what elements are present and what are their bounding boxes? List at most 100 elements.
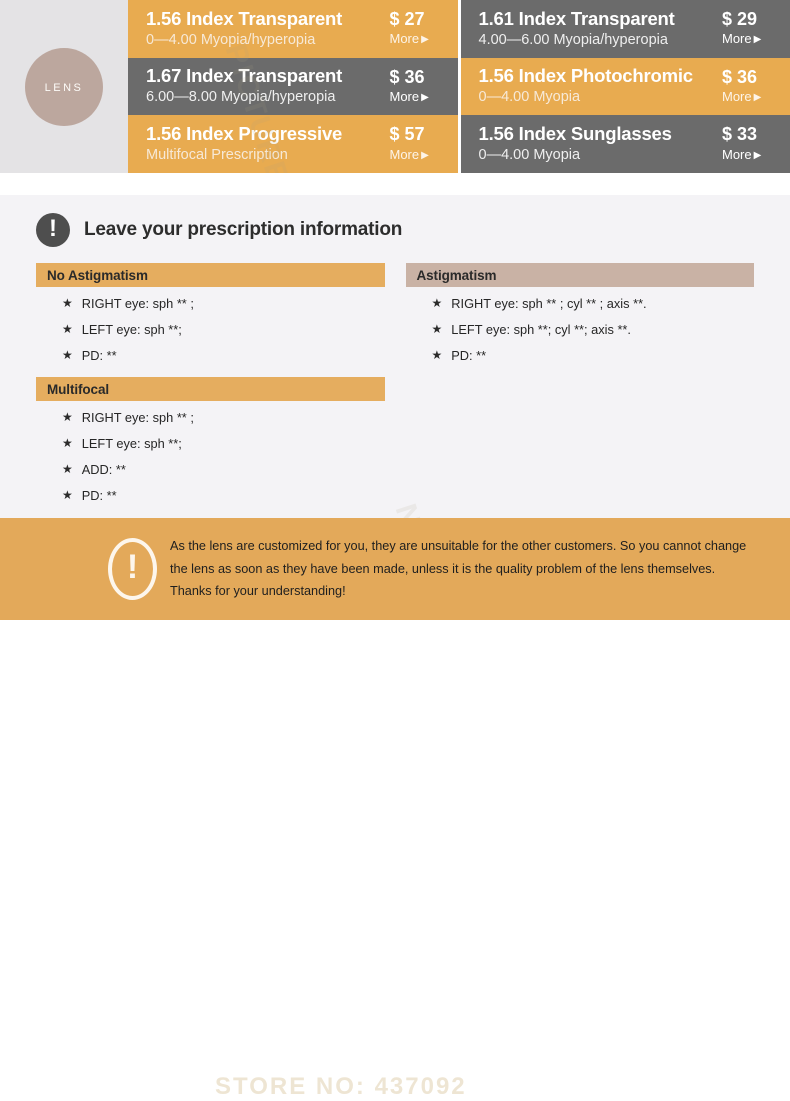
lens-option-side: $ 36 More▶ (714, 67, 780, 106)
section-spacer (0, 173, 790, 195)
lens-option-title: 1.56 Index Sunglasses (479, 124, 715, 145)
lens-option-subtitle: 4.00—6.00 Myopia/hyperopia (479, 31, 715, 49)
exclamation-icon: ! (36, 213, 70, 247)
lens-option-card[interactable]: 1.67 Index Transparent 6.00—8.00 Myopia/… (128, 58, 458, 116)
lens-option-title: 1.56 Index Progressive (146, 124, 382, 145)
list-item-label: LEFT eye: sph **; cyl **; axis **. (451, 322, 631, 337)
lens-logo-pane: LENS (0, 0, 128, 173)
lens-option-more-link[interactable]: More▶ (722, 31, 780, 48)
lens-option-side: $ 36 More▶ (382, 67, 448, 106)
lens-option-text: 1.56 Index Transparent 0—4.00 Myopia/hyp… (146, 9, 382, 49)
group-header-astigmatism: Astigmatism (406, 263, 755, 287)
play-arrow-icon: ▶ (754, 34, 762, 45)
list-item: ★ RIGHT eye: sph ** ; cyl ** ; axis **. (432, 296, 755, 311)
lens-option-card[interactable]: 1.56 Index Photochromic 0—4.00 Myopia $ … (461, 58, 790, 116)
prescription-section: ! Leave your prescription information No… (0, 195, 790, 518)
lens-option-card[interactable]: 1.56 Index Transparent 0—4.00 Myopia/hyp… (128, 0, 458, 58)
list-item-label: RIGHT eye: sph ** ; (82, 296, 194, 311)
list-item-label: RIGHT eye: sph ** ; (82, 410, 194, 425)
list-item: ★ LEFT eye: sph **; cyl **; axis **. (432, 322, 755, 337)
prescription-column-left: No Astigmatism ★ RIGHT eye: sph ** ; ★ L… (36, 263, 385, 513)
play-arrow-icon: ▶ (754, 92, 762, 103)
more-label: More (722, 89, 752, 104)
list-item-label: PD: ** (451, 348, 486, 363)
lens-option-side: $ 33 More▶ (714, 124, 780, 163)
lens-option-price: $ 33 (722, 124, 780, 144)
lens-option-price: $ 36 (390, 67, 448, 87)
lens-option-text: 1.56 Index Photochromic 0—4.00 Myopia (479, 66, 715, 106)
list-item: ★ PD: ** (62, 488, 385, 503)
lens-option-price: $ 57 (390, 124, 448, 144)
list-item: ★ RIGHT eye: sph ** ; (62, 410, 385, 425)
star-bullet-icon: ★ (62, 322, 73, 337)
lens-option-subtitle: 0—4.00 Myopia (479, 88, 715, 106)
lens-option-subtitle: 0—4.00 Myopia/hyperopia (146, 31, 382, 49)
lens-option-more-link[interactable]: More▶ (390, 147, 448, 164)
play-arrow-icon: ▶ (421, 150, 429, 161)
list-item-label: PD: ** (82, 488, 117, 503)
list-item: ★ ADD: ** (62, 462, 385, 477)
star-bullet-icon: ★ (62, 462, 73, 477)
lens-option-more-link[interactable]: More▶ (722, 89, 780, 106)
list-item-label: LEFT eye: sph **; (82, 322, 182, 337)
list-item-label: ADD: ** (82, 462, 126, 477)
play-arrow-icon: ▶ (421, 34, 429, 45)
lens-option-title: 1.56 Index Photochromic (479, 66, 715, 87)
lens-option-title: 1.56 Index Transparent (146, 9, 382, 30)
exclamation-glyph: ! (49, 217, 57, 241)
lens-option-price: $ 36 (722, 67, 780, 87)
lens-option-more-link[interactable]: More▶ (390, 89, 448, 106)
lens-badge: LENS (25, 48, 103, 126)
exclamation-glyph: ! (127, 550, 138, 584)
star-bullet-icon: ★ (62, 348, 73, 363)
more-label: More (722, 147, 752, 162)
more-label: More (722, 31, 752, 46)
lens-option-side: $ 57 More▶ (382, 124, 448, 163)
prescription-field-list: ★ RIGHT eye: sph ** ; ★ LEFT eye: sph **… (36, 287, 385, 363)
lens-option-price: $ 27 (390, 9, 448, 29)
list-item: ★ PD: ** (62, 348, 385, 363)
lens-option-side: $ 29 More▶ (714, 9, 780, 48)
lens-options-grid: 1.56 Index Transparent 0—4.00 Myopia/hyp… (128, 0, 790, 173)
policy-line-3: Thanks for your understanding! (170, 580, 746, 603)
list-item: ★ LEFT eye: sph **; (62, 436, 385, 451)
lens-option-text: 1.61 Index Transparent 4.00—6.00 Myopia/… (479, 9, 715, 49)
star-bullet-icon: ★ (432, 296, 443, 311)
policy-notice-text: As the lens are customized for you, they… (170, 535, 746, 603)
lens-option-side: $ 27 More▶ (382, 9, 448, 48)
star-bullet-icon: ★ (432, 348, 443, 363)
lens-options-section: LENS 1.56 Index Transparent 0—4.00 Myopi… (0, 0, 790, 173)
lens-option-text: 1.67 Index Transparent 6.00—8.00 Myopia/… (146, 66, 382, 106)
more-label: More (390, 89, 420, 104)
list-item: ★ LEFT eye: sph **; (62, 322, 385, 337)
prescription-group-no-astigmatism: No Astigmatism ★ RIGHT eye: sph ** ; ★ L… (36, 263, 385, 363)
prescription-field-list: ★ RIGHT eye: sph ** ; cyl ** ; axis **. … (406, 287, 755, 363)
lens-option-subtitle: Multifocal Prescription (146, 146, 382, 164)
play-arrow-icon: ▶ (421, 92, 429, 103)
lens-badge-label: LENS (45, 78, 84, 95)
lens-option-card[interactable]: 1.61 Index Transparent 4.00—6.00 Myopia/… (461, 0, 790, 58)
lens-option-title: 1.67 Index Transparent (146, 66, 382, 87)
list-item-label: RIGHT eye: sph ** ; cyl ** ; axis **. (451, 296, 646, 311)
lens-option-card[interactable]: 1.56 Index Sunglasses 0—4.00 Myopia $ 33… (461, 115, 790, 173)
policy-notice-section: ! As the lens are customized for you, th… (0, 518, 790, 620)
star-bullet-icon: ★ (432, 322, 443, 337)
prescription-group-multifocal: Multifocal ★ RIGHT eye: sph ** ; ★ LEFT … (36, 377, 385, 503)
list-item: ★ PD: ** (432, 348, 755, 363)
prescription-columns: No Astigmatism ★ RIGHT eye: sph ** ; ★ L… (36, 263, 754, 513)
star-bullet-icon: ★ (62, 296, 73, 311)
list-item-label: PD: ** (82, 348, 117, 363)
prescription-group-astigmatism: Astigmatism ★ RIGHT eye: sph ** ; cyl **… (406, 263, 755, 363)
prescription-field-list: ★ RIGHT eye: sph ** ; ★ LEFT eye: sph **… (36, 401, 385, 503)
list-item: ★ RIGHT eye: sph ** ; (62, 296, 385, 311)
prescription-column-right: Astigmatism ★ RIGHT eye: sph ** ; cyl **… (406, 263, 755, 513)
lens-option-more-link[interactable]: More▶ (390, 31, 448, 48)
watermark-text: STORE NO: 437092 (215, 1073, 467, 1101)
lens-option-more-link[interactable]: More▶ (722, 147, 780, 164)
star-bullet-icon: ★ (62, 488, 73, 503)
policy-line-2: the lens as soon as they have been made,… (170, 558, 746, 581)
more-label: More (390, 31, 420, 46)
group-header-multifocal: Multifocal (36, 377, 385, 401)
star-bullet-icon: ★ (62, 436, 73, 451)
lens-option-card[interactable]: 1.56 Index Progressive Multifocal Prescr… (128, 115, 458, 173)
